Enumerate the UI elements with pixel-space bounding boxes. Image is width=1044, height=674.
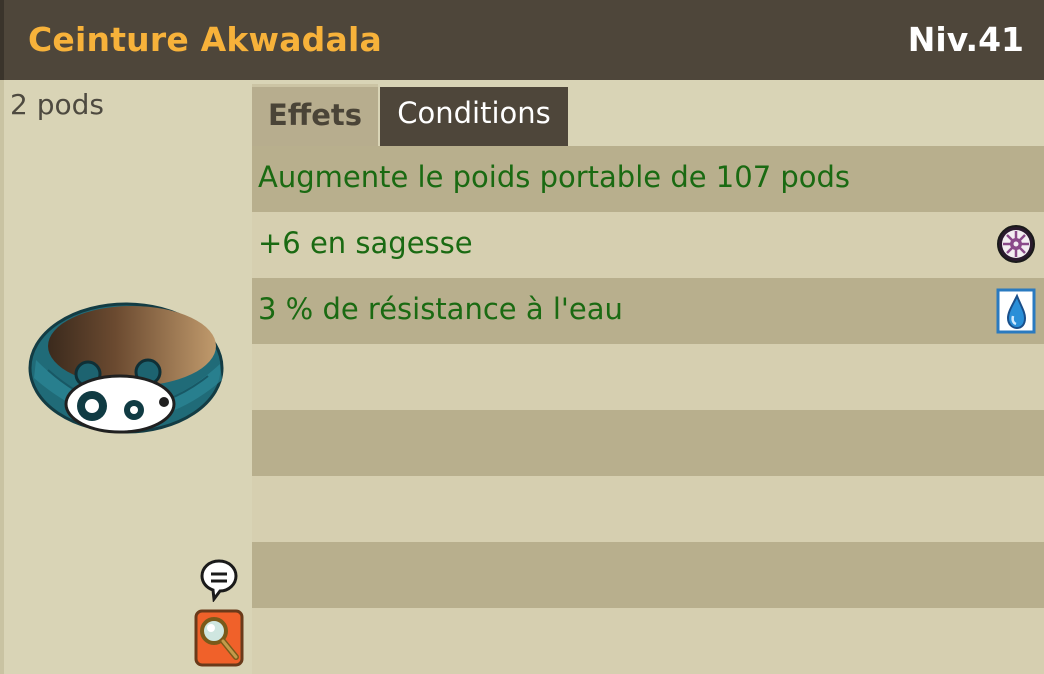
water-icon [996, 288, 1036, 334]
effect-row-empty [252, 476, 1044, 542]
item-header: Ceinture Akwadala Niv.41 [0, 0, 1044, 80]
item-title: Ceinture Akwadala [28, 20, 382, 59]
item-tabs: Effets Conditions [252, 84, 1044, 146]
effects-list: Augmente le poids portable de 107 pods +… [252, 146, 1044, 674]
wisdom-icon [997, 225, 1035, 263]
belt-item-image [28, 302, 224, 434]
effect-row: +6 en sagesse [252, 212, 1044, 278]
item-weight: 2 pods [10, 88, 104, 121]
item-level: Niv.41 [907, 20, 1024, 59]
tab-effects[interactable]: Effets [252, 84, 378, 146]
effect-text: Augmente le poids portable de 107 pods [258, 160, 851, 194]
effect-text: 3 % de résistance à l'eau [258, 292, 623, 326]
effect-row: Augmente le poids portable de 107 pods [252, 146, 1044, 212]
chat-bubble-icon[interactable] [200, 558, 238, 602]
effect-row: 3 % de résistance à l'eau [252, 278, 1044, 344]
magnifier-icon[interactable] [194, 609, 246, 667]
effect-row-empty [252, 542, 1044, 608]
effect-row-empty [252, 608, 1044, 674]
tab-conditions[interactable]: Conditions [380, 87, 568, 146]
effect-row-empty [252, 410, 1044, 476]
effect-row-empty [252, 344, 1044, 410]
effect-text: +6 en sagesse [258, 226, 473, 260]
